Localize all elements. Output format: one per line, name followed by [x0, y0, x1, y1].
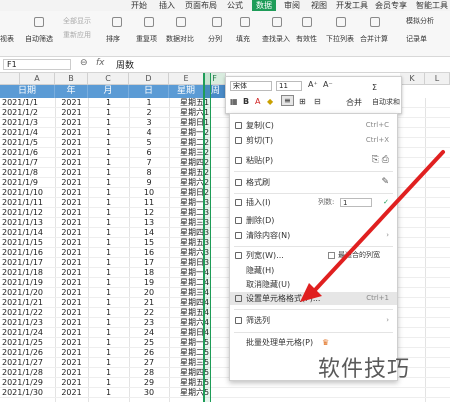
- arrow-shaft: [313, 150, 445, 292]
- watermark-text: 软件技巧: [318, 357, 411, 382]
- red-arrow-annotation: [300, 150, 445, 302]
